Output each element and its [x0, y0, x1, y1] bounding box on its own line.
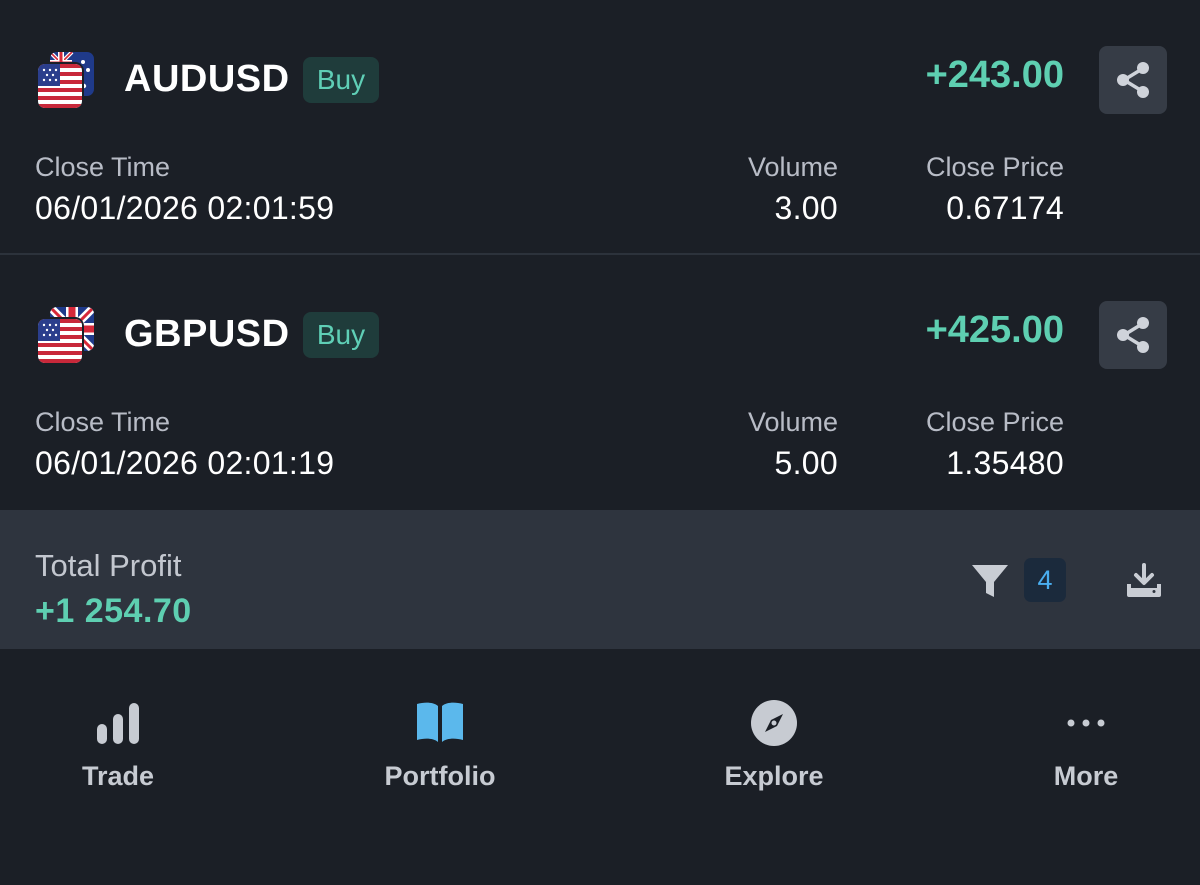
nav-more[interactable]: More [986, 695, 1186, 805]
nav-explore[interactable]: Explore [674, 695, 874, 805]
nav-label: Explore [724, 761, 824, 791]
trade-profit: +425.00 [925, 309, 1064, 351]
close-price-value: 0.67174 [946, 190, 1064, 226]
volume-value: 5.00 [774, 445, 838, 481]
trade-side-badge: Buy [303, 312, 379, 358]
nav-label: Portfolio [384, 761, 496, 791]
close-time-value: 06/01/2026 02:01:19 [35, 445, 335, 481]
nav-portfolio[interactable]: Portfolio [340, 695, 540, 805]
nav-trade[interactable]: Trade [18, 695, 218, 805]
united-states-flag-icon [38, 319, 82, 363]
book-icon [412, 695, 468, 751]
close-time-label: Close Time [35, 152, 171, 182]
more-icon [1058, 695, 1114, 751]
filter-count-badge[interactable]: 4 [1024, 558, 1066, 602]
trade-symbol: GBPUSD [124, 313, 290, 355]
bar-chart-icon [90, 695, 146, 751]
filter-icon [972, 565, 1008, 597]
volume-label: Volume [747, 407, 838, 437]
close-price-value: 1.35480 [946, 445, 1064, 481]
compass-icon [746, 695, 802, 751]
currency-flags [38, 52, 96, 110]
nav-label: More [1053, 761, 1119, 791]
trade-card[interactable]: AUDUSD Buy +243.00 Close Time 06/01/2026… [0, 0, 1200, 255]
total-profit-label: Total Profit [35, 548, 182, 583]
trade-profit: +243.00 [925, 54, 1064, 96]
trade-card[interactable]: GBPUSD Buy +425.00 Close Time 06/01/2026… [0, 257, 1200, 510]
volume-label: Volume [747, 152, 838, 182]
share-button[interactable] [1099, 301, 1167, 369]
currency-flags [38, 307, 96, 365]
trade-side-badge: Buy [303, 57, 379, 103]
close-price-label: Close Price [925, 407, 1064, 437]
united-states-flag-icon [38, 64, 82, 108]
total-profit-value: +1 254.70 [35, 592, 192, 630]
bottom-navigation: Trade Portfolio Explore More [0, 649, 1200, 885]
share-icon [1117, 317, 1149, 353]
nav-label: Trade [81, 761, 155, 791]
volume-value: 3.00 [774, 190, 838, 226]
total-profit-bar: Total Profit +1 254.70 4 [0, 510, 1200, 649]
download-button[interactable] [1122, 559, 1166, 603]
share-button[interactable] [1099, 46, 1167, 114]
download-icon [1127, 563, 1161, 597]
close-time-value: 06/01/2026 02:01:59 [35, 190, 335, 226]
trade-symbol: AUDUSD [124, 58, 290, 100]
close-price-label: Close Price [925, 152, 1064, 182]
close-time-label: Close Time [35, 407, 171, 437]
filter-button[interactable] [968, 559, 1012, 603]
share-icon [1117, 62, 1149, 98]
